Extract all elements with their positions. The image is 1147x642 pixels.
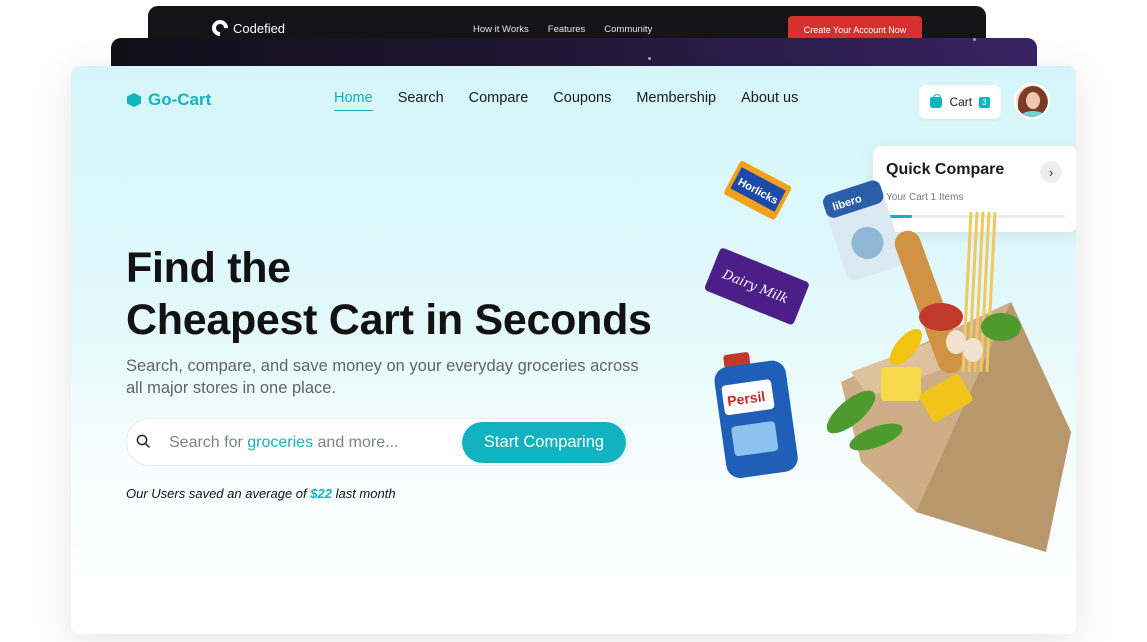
cart-button[interactable]: Cart 3 [919,85,1001,119]
nav-membership[interactable]: Membership [636,90,716,111]
page: Codefied How it Works Features Community… [0,0,1147,642]
hero-title-line-2: Cheapest Cart in Seconds [126,296,652,344]
go-cart-window: Go-Cart Home Search Compare Coupons Memb… [71,66,1076,634]
codefied-nav-community[interactable]: Community [604,24,652,35]
nav-coupons[interactable]: Coupons [553,90,611,111]
codefied-logo-icon [208,16,232,40]
savings-note: Our Users saved an average of $22 last m… [126,486,396,501]
search-bar[interactable]: Search for groceries and more... Start C… [126,418,628,466]
search-input[interactable]: Search for groceries and more... [169,434,398,452]
start-comparing-button[interactable]: Start Comparing [462,422,626,463]
codefied-logo: Codefied [208,16,286,40]
codefied-nav-how-it-works[interactable]: How it Works [473,24,529,35]
grocery-bag-illustration: Horlicks Dairy Milk libero Persil [704,161,1071,552]
brand-name: Go-Cart [148,90,212,109]
nav-search[interactable]: Search [398,90,444,111]
nav-about-us[interactable]: About us [741,90,798,111]
cart-count-badge: 3 [979,96,990,108]
user-avatar[interactable] [1014,83,1050,119]
hero-title-line-1: Find the [126,244,291,292]
search-icon [136,434,150,448]
hero-subtitle: Search, compare, and save money on your … [126,357,639,397]
codefied-nav-features[interactable]: Features [548,24,586,35]
main-nav: Home Search Compare Coupons Membership A… [334,90,798,111]
cube-icon [127,93,141,107]
cart-label: Cart [949,95,973,109]
star-dot [973,38,976,41]
hero-title: Find the Cheapest Cart in Seconds [126,242,652,346]
savings-amount: $22 [310,486,332,501]
codefied-nav: How it Works Features Community [473,24,652,35]
codefied-brand-text: Codefied [233,20,286,36]
nav-compare[interactable]: Compare [469,90,529,111]
brand-logo[interactable]: Go-Cart [127,90,211,110]
shopping-bag-icon [930,93,943,108]
nav-home[interactable]: Home [334,90,373,111]
star-dot [648,57,651,60]
